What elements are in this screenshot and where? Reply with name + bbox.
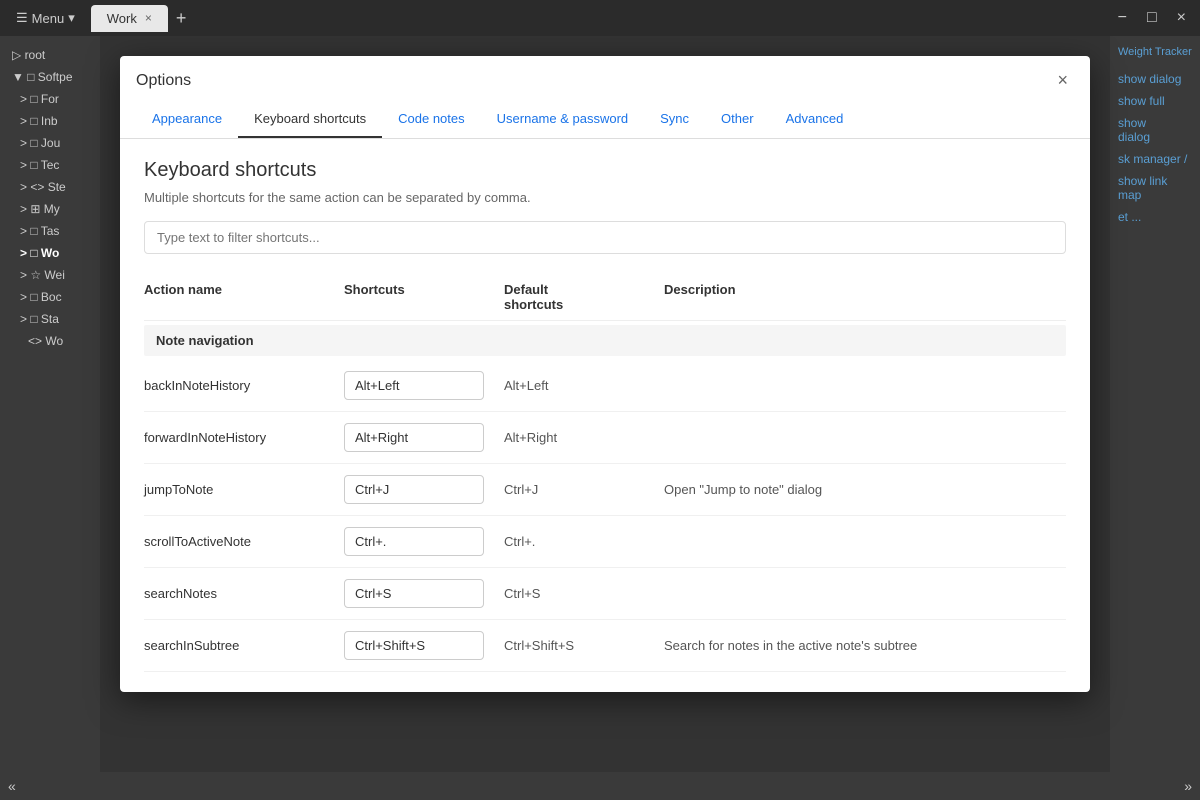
shortcut-row-backinhistory: backInNoteHistory Alt+Left <box>144 360 1066 412</box>
tab-sync[interactable]: Sync <box>644 101 705 138</box>
action-name-scroll: scrollToActiveNote <box>144 534 344 549</box>
default-search: Ctrl+S <box>504 586 664 601</box>
task-manager-link[interactable]: sk manager / <box>1118 152 1192 166</box>
shortcut-field-scroll[interactable] <box>344 527 484 556</box>
et-link[interactable]: et ... <box>1118 210 1192 224</box>
show-dialog-link[interactable]: show dialog <box>1118 72 1192 86</box>
sidebar-item-boc[interactable]: > □ Boc <box>0 286 100 308</box>
sidebar: ▷ root ▼ □ Softpe > □ For > □ Inb > □ Jo… <box>0 36 100 772</box>
group-header-note-navigation: Note navigation <box>144 325 1066 356</box>
shortcut-input-back[interactable] <box>344 371 504 400</box>
titlebar: ☰ Menu ▾ Work × + − □ × <box>0 0 1200 36</box>
dialog-body: Keyboard shortcuts Multiple shortcuts fo… <box>120 139 1090 692</box>
main-area: Options × Appearance Keyboard shortcuts … <box>100 36 1110 772</box>
shortcut-input-search[interactable] <box>344 579 504 608</box>
sidebar-item-tec[interactable]: > □ Tec <box>0 154 100 176</box>
shortcut-row-searchnotes: searchNotes Ctrl+S <box>144 568 1066 620</box>
default-back: Alt+Left <box>504 378 664 393</box>
shortcut-row-scrolltoactive: scrollToActiveNote Ctrl+. <box>144 516 1066 568</box>
tab-other[interactable]: Other <box>705 101 770 138</box>
sidebar-item-wei[interactable]: > ☆ Wei <box>0 264 100 286</box>
menu-label: Menu <box>32 11 65 26</box>
sidebar-item-for[interactable]: > □ For <box>0 88 100 110</box>
shortcut-field-forward[interactable] <box>344 423 484 452</box>
sidebar-item-my[interactable]: > ⊞ My <box>0 198 100 220</box>
tab-label: Work <box>107 11 137 26</box>
action-name-search: searchNotes <box>144 586 344 601</box>
tab-advanced[interactable]: Advanced <box>770 101 860 138</box>
desc-jump: Open "Jump to note" dialog <box>664 482 1066 497</box>
sidebar-item-tas[interactable]: > □ Tas <box>0 220 100 242</box>
show-dialog-link2[interactable]: showdialog <box>1118 116 1192 144</box>
col-header-shortcuts: Shortcuts <box>344 282 504 312</box>
filter-input[interactable] <box>144 221 1066 254</box>
shortcut-row-searchinsubtree: searchInSubtree Ctrl+Shift+S Search for … <box>144 620 1066 672</box>
sidebar-item-root[interactable]: ▷ root <box>0 44 100 66</box>
new-tab-button[interactable]: + <box>168 4 195 33</box>
menu-icon: ☰ <box>16 10 28 26</box>
bottom-nav-bar: « » <box>0 772 1200 800</box>
shortcut-field-jump[interactable] <box>344 475 484 504</box>
table-header: Action name Shortcuts Defaultshortcuts D… <box>144 274 1066 321</box>
action-name-jump: jumpToNote <box>144 482 344 497</box>
default-jump: Ctrl+J <box>504 482 664 497</box>
sidebar-item-inb[interactable]: > □ Inb <box>0 110 100 132</box>
tab-code-notes[interactable]: Code notes <box>382 101 481 138</box>
work-tab[interactable]: Work × <box>91 5 168 32</box>
default-searchsubtree: Ctrl+Shift+S <box>504 638 664 653</box>
app-content: ▷ root ▼ □ Softpe > □ For > □ Inb > □ Jo… <box>0 36 1200 772</box>
show-full-link[interactable]: show full <box>1118 94 1192 108</box>
weight-tracker-label: Weight Tracker <box>1118 46 1192 58</box>
sidebar-item-wo2[interactable]: <> Wo <box>0 330 100 352</box>
shortcut-input-scroll[interactable] <box>344 527 504 556</box>
col-header-description: Description <box>664 282 1066 312</box>
tab-bar: Work × + <box>91 4 1104 33</box>
dialog-close-button[interactable]: × <box>1051 68 1074 93</box>
default-scroll: Ctrl+. <box>504 534 664 549</box>
dialog-header: Options × <box>120 56 1090 101</box>
sidebar-item-wo[interactable]: > □ Wo <box>0 242 100 264</box>
window-controls: − □ × <box>1112 7 1192 29</box>
dialog-title: Options <box>136 72 191 90</box>
nav-left-button[interactable]: « <box>8 778 16 794</box>
action-name-forward: forwardInNoteHistory <box>144 430 344 445</box>
shortcut-input-jump[interactable] <box>344 475 504 504</box>
nav-right-button[interactable]: » <box>1184 778 1192 794</box>
shortcut-row-forwardinhistory: forwardInNoteHistory Alt+Right <box>144 412 1066 464</box>
close-button[interactable]: × <box>1171 7 1192 29</box>
sidebar-item-jou[interactable]: > □ Jou <box>0 132 100 154</box>
action-name-back: backInNoteHistory <box>144 378 344 393</box>
options-dialog: Options × Appearance Keyboard shortcuts … <box>120 56 1090 692</box>
section-description: Multiple shortcuts for the same action c… <box>144 190 1066 205</box>
shortcut-input-searchsubtree[interactable] <box>344 631 504 660</box>
minimize-button[interactable]: − <box>1112 7 1133 29</box>
menu-button[interactable]: ☰ Menu ▾ <box>8 6 83 30</box>
col-header-default: Defaultshortcuts <box>504 282 664 312</box>
tab-username-password[interactable]: Username & password <box>481 101 645 138</box>
tab-navigation: Appearance Keyboard shortcuts Code notes… <box>120 101 1090 139</box>
sidebar-item-ste[interactable]: > <> Ste <box>0 176 100 198</box>
sidebar-item-softpedia[interactable]: ▼ □ Softpe <box>0 66 100 88</box>
sidebar-item-sta[interactable]: > □ Sta <box>0 308 100 330</box>
tab-keyboard-shortcuts[interactable]: Keyboard shortcuts <box>238 101 382 138</box>
menu-chevron-icon: ▾ <box>68 10 75 26</box>
tab-appearance[interactable]: Appearance <box>136 101 238 138</box>
desc-searchsubtree: Search for notes in the active note's su… <box>664 638 1066 653</box>
section-title: Keyboard shortcuts <box>144 159 1066 182</box>
shortcut-field-back[interactable] <box>344 371 484 400</box>
shortcut-field-searchsubtree[interactable] <box>344 631 484 660</box>
shortcut-input-forward[interactable] <box>344 423 504 452</box>
col-header-action: Action name <box>144 282 344 312</box>
maximize-button[interactable]: □ <box>1141 7 1163 29</box>
tab-close-button[interactable]: × <box>145 11 152 25</box>
modal-overlay: Options × Appearance Keyboard shortcuts … <box>100 36 1110 772</box>
default-forward: Alt+Right <box>504 430 664 445</box>
show-link-map-link[interactable]: show linkmap <box>1118 174 1192 202</box>
shortcut-row-jumptonote: jumpToNote Ctrl+J Open "Jump to note" di… <box>144 464 1066 516</box>
shortcut-field-search[interactable] <box>344 579 484 608</box>
action-name-searchsubtree: searchInSubtree <box>144 638 344 653</box>
right-panel: Weight Tracker show dialog show full sho… <box>1110 36 1200 772</box>
